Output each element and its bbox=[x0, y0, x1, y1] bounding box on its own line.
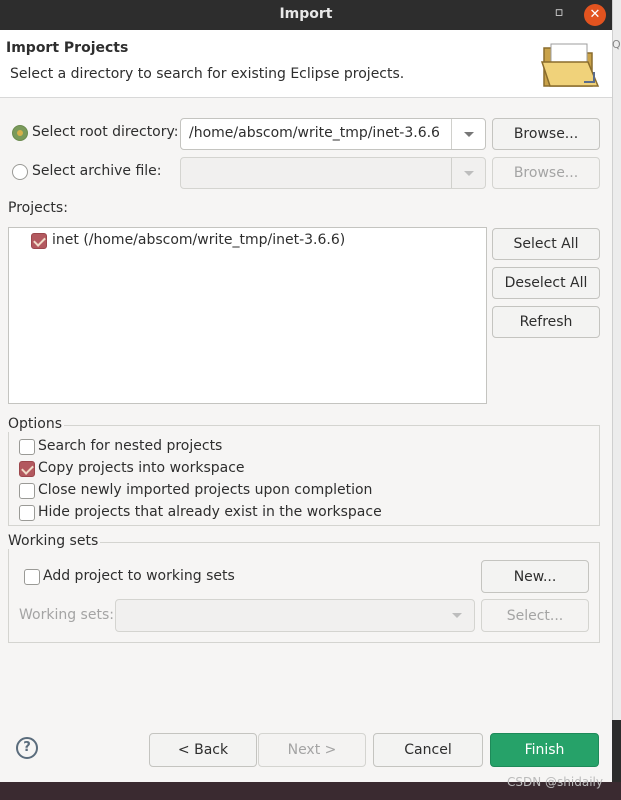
copy-projects-label[interactable]: Copy projects into workspace bbox=[38, 460, 245, 476]
working-sets-label: Working sets bbox=[8, 533, 101, 549]
cancel-button[interactable]: Cancel bbox=[373, 733, 483, 767]
copy-projects-checkbox[interactable] bbox=[19, 461, 35, 477]
title-bar: Import ▫ ✕ bbox=[0, 0, 612, 30]
chevron-down-icon bbox=[463, 131, 474, 137]
root-directory-value[interactable]: /home/abscom/write_tmp/inet-3.6.6 bbox=[189, 125, 440, 141]
archive-file-label: Select archive file: bbox=[32, 163, 162, 179]
root-directory-dropdown[interactable] bbox=[451, 119, 485, 149]
projects-list[interactable]: inet (/home/abscom/write_tmp/inet-3.6.6) bbox=[8, 227, 487, 404]
folder-icon bbox=[540, 43, 600, 87]
chevron-down-icon bbox=[463, 170, 474, 176]
root-directory-label: Select root directory: bbox=[32, 124, 179, 140]
chevron-down-icon bbox=[452, 613, 462, 618]
help-icon[interactable]: ? bbox=[16, 737, 38, 759]
working-sets-combo[interactable] bbox=[115, 599, 475, 632]
background-window-strip bbox=[612, 0, 621, 720]
add-working-set-checkbox[interactable] bbox=[24, 569, 40, 585]
archive-file-dropdown[interactable] bbox=[451, 158, 485, 188]
root-browse-button[interactable]: Browse... bbox=[492, 118, 600, 150]
wizard-banner: Import Projects Select a directory to se… bbox=[0, 30, 612, 98]
root-directory-radio[interactable] bbox=[12, 125, 28, 141]
hide-existing-checkbox[interactable] bbox=[19, 505, 35, 521]
project-item-label[interactable]: inet (/home/abscom/write_tmp/inet-3.6.6) bbox=[52, 232, 345, 248]
page-description: Select a directory to search for existin… bbox=[10, 66, 405, 82]
archive-browse-button[interactable]: Browse... bbox=[492, 157, 600, 189]
projects-label: Projects: bbox=[8, 200, 68, 216]
nested-projects-label[interactable]: Search for nested projects bbox=[38, 438, 222, 454]
options-label: Options bbox=[8, 416, 65, 432]
select-all-button[interactable]: Select All bbox=[492, 228, 600, 260]
hide-existing-label[interactable]: Hide projects that already exist in the … bbox=[38, 504, 382, 520]
minimize-icon[interactable]: ▫ bbox=[552, 6, 566, 20]
project-checkbox[interactable] bbox=[31, 233, 47, 249]
close-imported-checkbox[interactable] bbox=[19, 483, 35, 499]
close-icon[interactable]: ✕ bbox=[584, 4, 606, 26]
next-button[interactable]: Next > bbox=[258, 733, 366, 767]
root-directory-combo[interactable]: /home/abscom/write_tmp/inet-3.6.6 bbox=[180, 118, 486, 150]
import-dialog: Import Projects Select a directory to se… bbox=[0, 30, 612, 782]
refresh-button[interactable]: Refresh bbox=[492, 306, 600, 338]
close-imported-label[interactable]: Close newly imported projects upon compl… bbox=[38, 482, 372, 498]
finish-button[interactable]: Finish bbox=[490, 733, 599, 767]
working-sets-field-label: Working sets: bbox=[19, 607, 114, 623]
page-title: Import Projects bbox=[6, 40, 129, 56]
nested-projects-checkbox[interactable] bbox=[19, 439, 35, 455]
watermark: CSDN @shidaily bbox=[507, 775, 603, 789]
window-title: Import bbox=[279, 6, 333, 22]
archive-file-combo[interactable] bbox=[180, 157, 486, 189]
deselect-all-button[interactable]: Deselect All bbox=[492, 267, 600, 299]
background-window-fragment: Q bbox=[612, 38, 621, 51]
new-working-set-button[interactable]: New... bbox=[481, 560, 589, 593]
working-sets-dropdown[interactable] bbox=[440, 600, 474, 631]
archive-file-radio[interactable] bbox=[12, 164, 28, 180]
back-button[interactable]: < Back bbox=[149, 733, 257, 767]
select-working-set-button[interactable]: Select... bbox=[481, 599, 589, 632]
add-working-set-label[interactable]: Add project to working sets bbox=[43, 568, 235, 584]
